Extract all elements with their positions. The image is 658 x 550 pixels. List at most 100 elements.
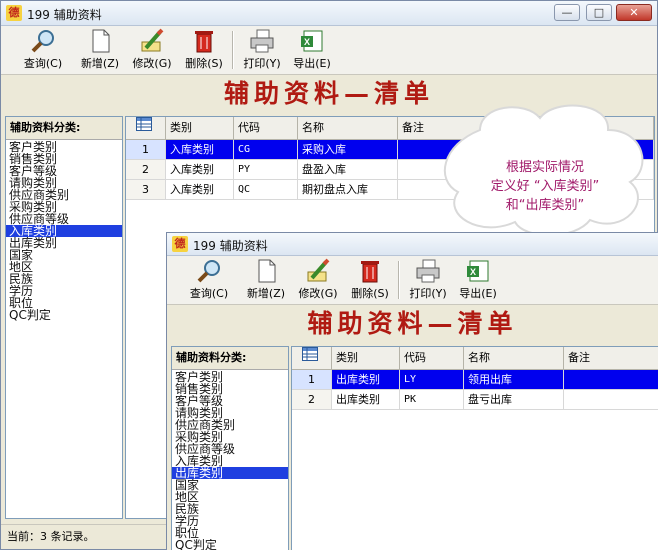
cell-remark[interactable] xyxy=(564,390,658,409)
column-header-category[interactable]: 类别 xyxy=(332,347,400,369)
toolbar: 查询(C) 新增(Z) 修改(G) 删除(S) 打印(Y) X 导出(E) xyxy=(167,256,658,305)
category-item[interactable]: 采购类别 xyxy=(6,201,122,213)
category-item[interactable]: 客户等级 xyxy=(172,395,288,407)
category-item[interactable]: 销售类别 xyxy=(6,153,122,165)
delete-label: 删除(S) xyxy=(185,57,223,70)
add-button[interactable]: 新增(Z) xyxy=(77,28,123,72)
category-list[interactable]: 客户类别 销售类别 客户等级 请购类别 供应商类别 采购类别 供应商等级 入库类… xyxy=(6,140,122,321)
category-item[interactable]: 供应商等级 xyxy=(6,213,122,225)
cell-name[interactable]: 采购入库 xyxy=(298,140,398,159)
category-panel: 辅助资料分类: 客户类别 销售类别 客户等级 请购类别 供应商类别 采购类别 供… xyxy=(5,116,123,519)
query-button[interactable]: 查询(C) xyxy=(19,28,67,72)
row-number: 2 xyxy=(126,160,166,179)
category-item[interactable]: 学历 xyxy=(6,285,122,297)
column-header-name[interactable]: 名称 xyxy=(464,347,564,369)
delete-label: 删除(S) xyxy=(351,287,389,300)
category-item[interactable]: 入库类别 xyxy=(172,455,288,467)
toolbar-separator xyxy=(232,31,234,69)
category-item[interactable]: 国家 xyxy=(6,249,122,261)
category-item[interactable]: 采购类别 xyxy=(172,431,288,443)
title-bar[interactable]: 德 199 辅助资料 xyxy=(167,233,658,256)
table-row[interactable]: 1 出库类别 LY 领用出库 xyxy=(292,370,658,390)
printer-icon xyxy=(414,258,442,284)
export-label: 导出(E) xyxy=(293,57,331,70)
export-button[interactable]: X 导出(E) xyxy=(289,28,335,72)
column-header-category[interactable]: 类别 xyxy=(166,117,234,139)
svg-text:X: X xyxy=(470,267,476,277)
category-list[interactable]: 客户类别 销售类别 客户等级 请购类别 供应商类别 采购类别 供应商等级 入库类… xyxy=(172,370,288,550)
category-item[interactable]: 客户类别 xyxy=(172,371,288,383)
category-item[interactable]: 职位 xyxy=(172,527,288,539)
category-item[interactable]: 请购类别 xyxy=(172,407,288,419)
delete-button[interactable]: 删除(S) xyxy=(347,258,393,302)
cell-name[interactable]: 期初盘点入库 xyxy=(298,180,398,199)
category-item[interactable]: 客户类别 xyxy=(6,141,122,153)
cell-category[interactable]: 出库类别 xyxy=(332,370,400,389)
edit-label: 修改(G) xyxy=(132,57,172,70)
edit-label: 修改(G) xyxy=(298,287,338,300)
cell-category[interactable]: 入库类别 xyxy=(166,140,234,159)
column-header-remark[interactable]: 备注 xyxy=(564,347,658,369)
category-item[interactable]: 客户等级 xyxy=(6,165,122,177)
category-item[interactable]: 学历 xyxy=(172,515,288,527)
category-item[interactable]: 地区 xyxy=(172,491,288,503)
maximize-button[interactable]: □ xyxy=(586,4,612,21)
category-item[interactable]: 供应商类别 xyxy=(6,189,122,201)
cell-category[interactable]: 出库类别 xyxy=(332,390,400,409)
records-grid[interactable]: 类别 代码 名称 备注 1 出库类别 LY 领用出库 2 出库类别 PK 盘亏出… xyxy=(291,346,658,550)
callout-line: 根据实际情况 xyxy=(505,160,584,175)
category-item[interactable]: 请购类别 xyxy=(6,177,122,189)
edit-button[interactable]: 修改(G) xyxy=(129,28,175,72)
category-item[interactable]: 民族 xyxy=(172,503,288,515)
cell-code[interactable]: PK xyxy=(400,390,464,409)
category-item-selected[interactable]: 出库类别 xyxy=(172,467,288,479)
cell-name[interactable]: 领用出库 xyxy=(464,370,564,389)
column-header-code[interactable]: 代码 xyxy=(234,117,298,139)
delete-button[interactable]: 删除(S) xyxy=(181,28,227,72)
category-item[interactable]: 职位 xyxy=(6,297,122,309)
grid-corner[interactable] xyxy=(126,117,166,139)
new-document-icon xyxy=(252,258,280,284)
category-item[interactable]: 供应商等级 xyxy=(172,443,288,455)
cell-code[interactable]: PY xyxy=(234,160,298,179)
category-item[interactable]: 出库类别 xyxy=(6,237,122,249)
cell-category[interactable]: 入库类别 xyxy=(166,180,234,199)
close-button[interactable]: ✕ xyxy=(616,4,652,21)
category-item[interactable]: 民族 xyxy=(6,273,122,285)
category-item[interactable]: QC判定 xyxy=(6,309,122,321)
grid-header: 类别 代码 名称 备注 xyxy=(292,347,658,370)
minimize-button[interactable]: — xyxy=(554,4,580,21)
title-bar[interactable]: 德 199 辅助资料 — □ ✕ xyxy=(1,1,657,26)
grid-corner[interactable] xyxy=(292,347,332,369)
cell-remark[interactable] xyxy=(564,370,658,389)
callout-text: 根据实际情况 定义好 “入库类别” 和“出库类别” xyxy=(455,158,635,215)
export-button[interactable]: X 导出(E) xyxy=(455,258,501,302)
app-icon: 德 xyxy=(172,236,188,252)
cell-name[interactable]: 盘盈入库 xyxy=(298,160,398,179)
table-row[interactable]: 2 出库类别 PK 盘亏出库 xyxy=(292,390,658,410)
category-item-selected[interactable]: 入库类别 xyxy=(6,225,122,237)
category-item[interactable]: 国家 xyxy=(172,479,288,491)
cell-code[interactable]: QC xyxy=(234,180,298,199)
category-item[interactable]: QC判定 xyxy=(172,539,288,550)
callout-line: 和“出库类别” xyxy=(505,198,585,213)
print-button[interactable]: 打印(Y) xyxy=(239,28,285,72)
list-banner: 辅助资料—清单 xyxy=(167,305,658,343)
row-number: 3 xyxy=(126,180,166,199)
category-item[interactable]: 供应商类别 xyxy=(172,419,288,431)
column-header-code[interactable]: 代码 xyxy=(400,347,464,369)
cell-name[interactable]: 盘亏出库 xyxy=(464,390,564,409)
cell-code[interactable]: CG xyxy=(234,140,298,159)
add-button[interactable]: 新增(Z) xyxy=(243,258,289,302)
column-header-name[interactable]: 名称 xyxy=(298,117,398,139)
print-button[interactable]: 打印(Y) xyxy=(405,258,451,302)
category-item[interactable]: 销售类别 xyxy=(172,383,288,395)
category-item[interactable]: 地区 xyxy=(6,261,122,273)
cell-category[interactable]: 入库类别 xyxy=(166,160,234,179)
query-button[interactable]: 查询(C) xyxy=(185,258,233,302)
edit-button[interactable]: 修改(G) xyxy=(295,258,341,302)
category-panel: 辅助资料分类: 客户类别 销售类别 客户等级 请购类别 供应商类别 采购类别 供… xyxy=(171,346,289,550)
cell-code[interactable]: LY xyxy=(400,370,464,389)
window-title: 199 辅助资料 xyxy=(27,8,102,22)
callout-line: 定义好 “入库类别” xyxy=(490,179,600,194)
